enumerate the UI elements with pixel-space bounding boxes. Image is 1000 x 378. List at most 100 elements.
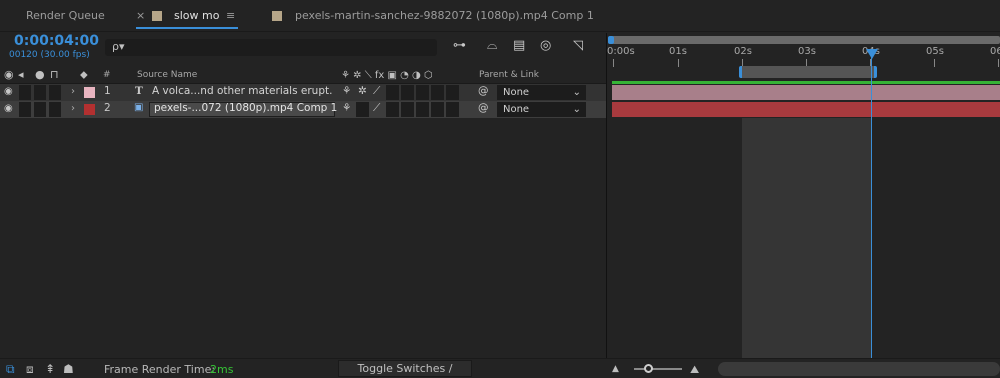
text-layer-icon: T xyxy=(135,85,143,97)
layer-index: 1 xyxy=(104,85,111,97)
panel-divider[interactable] xyxy=(606,33,607,358)
layer-duration-bar[interactable] xyxy=(612,102,1000,117)
close-tab-icon[interactable]: × xyxy=(136,9,145,22)
parent-value: None xyxy=(503,87,530,98)
chevron-right-icon[interactable]: › xyxy=(71,86,75,101)
current-time-display[interactable]: 0:00:04:00 xyxy=(14,33,99,49)
layer-row[interactable]: ◉ › 2 ▣ pexels-...072 (1080p).mp4 Comp 1… xyxy=(0,101,606,118)
navigator-start-handle[interactable] xyxy=(608,36,614,44)
tab-render-queue[interactable]: Render Queue xyxy=(26,9,105,22)
frame-blend-toggle[interactable] xyxy=(401,85,414,100)
frame-blend-toggle[interactable] xyxy=(401,102,414,117)
collapse-toggle[interactable] xyxy=(356,102,369,117)
layer-search-input[interactable]: ρ▾ xyxy=(105,39,437,56)
lock-toggle[interactable] xyxy=(49,102,61,117)
parent-link-column-header[interactable]: Parent & Link xyxy=(479,70,539,80)
render-time-pane-icon[interactable]: ☗ xyxy=(63,362,74,376)
motion-blur-toggle[interactable] xyxy=(416,85,429,100)
playhead-line[interactable] xyxy=(871,50,872,358)
3d-layer-toggle[interactable] xyxy=(446,102,459,117)
layer-switches-header: ⚘ ✲ ⟍ fx ▣ ◔ ◑ ⬡ xyxy=(341,70,433,81)
ruler-tick xyxy=(934,59,935,67)
active-tab-underline xyxy=(136,27,238,29)
label-tag-icon[interactable]: ⬥ xyxy=(80,68,88,82)
lock-toggle[interactable] xyxy=(49,85,61,100)
layer-name[interactable]: A volca...nd other materials erupt. xyxy=(152,85,332,97)
parent-dropdown[interactable]: None ⌄ xyxy=(497,102,586,117)
playhead-marker-icon[interactable] xyxy=(866,49,878,59)
audio-toggle[interactable] xyxy=(19,85,31,100)
audio-switch-icon[interactable]: ◂ xyxy=(18,68,24,81)
panel-menu-icon[interactable]: ≡ xyxy=(226,9,235,22)
work-area-shade xyxy=(742,118,872,358)
render-cache-indicator xyxy=(612,81,1000,84)
layer-row[interactable]: ◉ › 1 T A volca...nd other materials eru… xyxy=(0,84,606,101)
motion-blur-icon[interactable]: ◎ xyxy=(540,38,551,53)
solo-toggle[interactable] xyxy=(34,102,46,117)
timeline-footer: ⧉ ⧈ ⇞ ☗ Frame Render Time: 2ms Toggle Sw… xyxy=(0,358,1000,378)
ruler-tick xyxy=(678,59,679,67)
audio-toggle[interactable] xyxy=(19,102,31,117)
frame-render-time-value: 2ms xyxy=(210,363,234,376)
graph-editor-icon[interactable]: ◹ xyxy=(573,38,583,53)
ruler-tick xyxy=(613,59,614,67)
tab-comp-1[interactable]: pexels-martin-sanchez-9882072 (1080p).mp… xyxy=(295,9,594,22)
ruler-label: 01s xyxy=(669,46,687,57)
effects-toggle[interactable] xyxy=(386,85,399,100)
draft-3d-icon[interactable]: ⌓ xyxy=(487,38,497,53)
zoom-slider-knob[interactable] xyxy=(644,364,653,373)
modes-pane-icon[interactable]: ⧈ xyxy=(26,362,34,377)
index-column-header: # xyxy=(103,70,111,80)
pick-whip-icon[interactable]: @ xyxy=(478,85,489,97)
effects-toggle[interactable] xyxy=(386,102,399,117)
3d-layer-toggle[interactable] xyxy=(446,85,459,100)
adjustment-toggle[interactable] xyxy=(431,102,444,117)
search-icon: ρ▾ xyxy=(112,40,125,53)
layer-index: 2 xyxy=(104,102,111,114)
panel-tab-bar: Render Queue × slow mo ≡ pexels-martin-s… xyxy=(0,0,1000,32)
layer-label-color[interactable] xyxy=(84,104,95,115)
zoom-out-icon[interactable]: ▲ xyxy=(612,364,619,374)
shy-switch-icon[interactable]: ⚘ xyxy=(342,102,351,114)
comp-color-swatch xyxy=(272,11,282,21)
chevron-down-icon: ⌄ xyxy=(572,87,581,98)
layer-duration-bar[interactable] xyxy=(612,85,1000,100)
adjustment-toggle[interactable] xyxy=(431,85,444,100)
layer-column-headers: ◉ ◂ ● ⊓ ⬥ # Source Name ⚘ ✲ ⟍ fx ▣ ◔ ◑ ⬡… xyxy=(0,66,606,84)
quality-switch-icon[interactable]: ⟋ xyxy=(373,102,380,115)
time-navigator-bar[interactable] xyxy=(612,36,1000,44)
eye-icon[interactable]: ◉ xyxy=(4,103,13,118)
zoom-slider-track[interactable] xyxy=(634,368,682,370)
toggle-switches-modes-button[interactable]: Toggle Switches / Modes xyxy=(338,360,472,378)
pick-whip-icon[interactable]: @ xyxy=(478,102,489,114)
source-name-column-header[interactable]: Source Name xyxy=(137,70,197,80)
layer-switches-pane-icon[interactable]: ⧉ xyxy=(6,362,15,377)
shy-switch-icon[interactable]: ⚘ xyxy=(342,85,351,97)
video-switch-icon[interactable]: ◉ xyxy=(4,68,14,81)
eye-icon[interactable]: ◉ xyxy=(4,86,13,101)
ruler-tick xyxy=(998,59,999,67)
parent-dropdown[interactable]: None ⌄ xyxy=(497,85,586,100)
lock-icon[interactable]: ⊓ xyxy=(50,68,59,81)
frame-render-time-label: Frame Render Time: xyxy=(104,363,216,376)
ruler-label: 02s xyxy=(734,46,752,57)
frame-blending-icon[interactable]: ▤ xyxy=(513,38,525,53)
work-area-bar[interactable] xyxy=(739,66,877,78)
in-out-pane-icon[interactable]: ⇞ xyxy=(45,362,55,376)
chevron-down-icon: ⌄ xyxy=(572,104,581,115)
zoom-in-icon[interactable]: ⛰ xyxy=(690,363,699,377)
solo-toggle[interactable] xyxy=(34,85,46,100)
tab-slow-mo[interactable]: slow mo xyxy=(174,9,219,22)
quality-switch-icon[interactable]: ⟋ xyxy=(373,85,380,98)
timeline-horizontal-scrollbar[interactable] xyxy=(718,362,1000,376)
ruler-label: 05s xyxy=(926,46,944,57)
collapse-switch-icon[interactable]: ✲ xyxy=(358,85,367,97)
comp-color-swatch xyxy=(152,11,162,21)
comp-flowchart-icon[interactable]: ⊶ xyxy=(453,38,466,53)
motion-blur-toggle[interactable] xyxy=(416,102,429,117)
chevron-right-icon[interactable]: › xyxy=(71,103,75,118)
solo-icon[interactable]: ● xyxy=(35,68,45,81)
frame-count-display: 00120 (30.00 fps) xyxy=(9,50,90,60)
layer-label-color[interactable] xyxy=(84,87,95,98)
layer-name[interactable]: pexels-...072 (1080p).mp4 Comp 1 xyxy=(154,102,337,114)
